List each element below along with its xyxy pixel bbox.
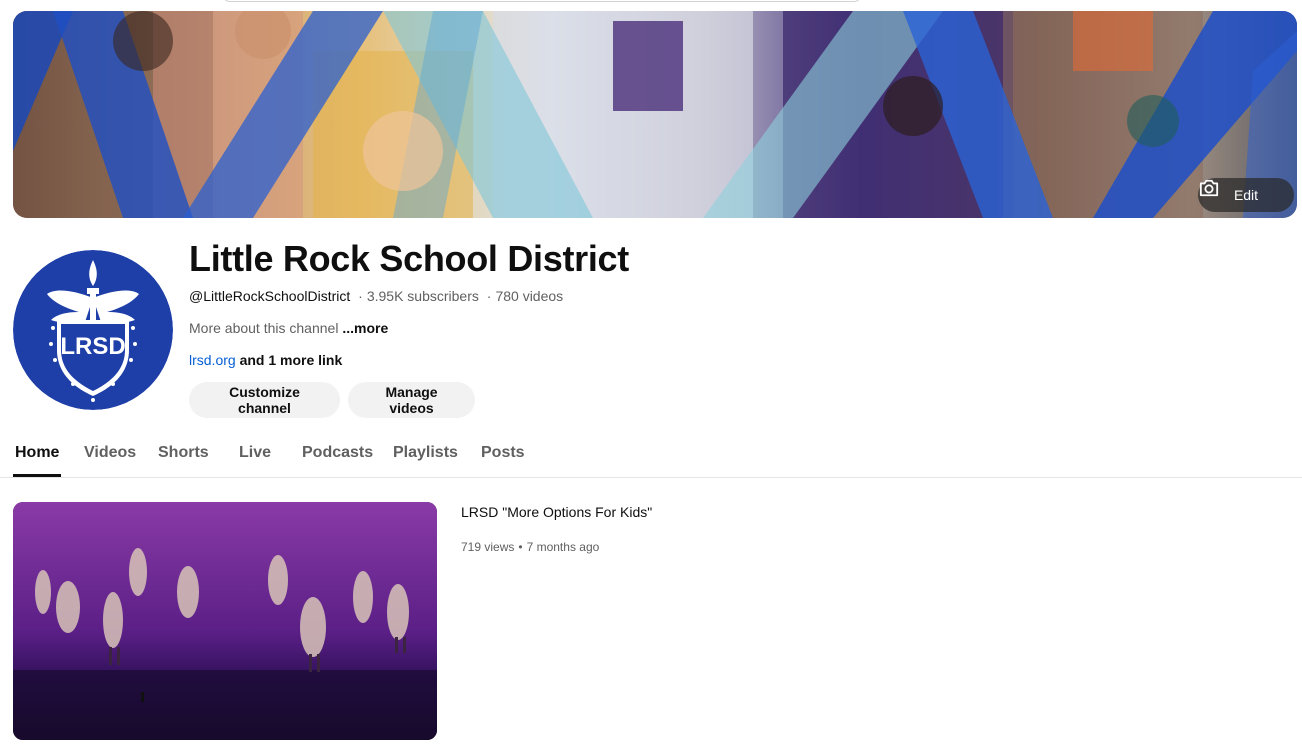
subscriber-count: 3.95K subscribers <box>366 288 479 304</box>
edit-label: Edit <box>1233 187 1259 203</box>
view-count: 719 views <box>461 540 515 554</box>
featured-video-thumbnail[interactable] <box>13 502 437 740</box>
featured-video-title[interactable]: LRSD "More Options For Kids" <box>461 503 652 521</box>
more-links-button[interactable]: and 1 more link <box>240 352 343 368</box>
channel-meta: @LittleRockSchoolDistrict · 3.95K subscri… <box>189 287 563 305</box>
about-text: More about this channel <box>189 320 339 336</box>
channel-about[interactable]: More about this channel ...more <box>189 319 388 337</box>
avatar-logo-text: LRSD <box>60 333 125 360</box>
active-tab-indicator <box>13 474 61 477</box>
camera-icon <box>1199 179 1219 197</box>
about-more-button[interactable]: ...more <box>342 320 388 336</box>
tab-home[interactable]: Home <box>15 444 59 462</box>
tab-live[interactable]: Live <box>239 444 271 462</box>
channel-title: Little Rock School District <box>189 238 629 279</box>
search-bar-edge[interactable] <box>222 0 862 2</box>
channel-links: lrsd.org and 1 more link <box>189 351 342 369</box>
tab-videos[interactable]: Videos <box>84 444 136 462</box>
video-count: 780 videos <box>495 288 564 304</box>
banner-artwork <box>13 11 1297 218</box>
separator-dot: · <box>358 288 363 304</box>
manage-videos-button[interactable]: Manage videos <box>348 382 475 418</box>
channel-avatar[interactable]: LRSD <box>13 250 173 410</box>
upload-age: 7 months ago <box>526 540 600 554</box>
tab-shorts[interactable]: Shorts <box>158 444 209 462</box>
channel-website-link[interactable]: lrsd.org <box>189 352 236 368</box>
tab-playlists[interactable]: Playlists <box>393 444 458 462</box>
lrsd-logo: LRSD <box>13 250 173 410</box>
featured-video-meta: 719 views • 7 months ago <box>461 539 599 555</box>
separator-dot: • <box>518 540 523 554</box>
separator-dot: · <box>486 288 492 304</box>
customize-channel-button[interactable]: Customize channel <box>189 382 340 418</box>
channel-tabs: Home Videos Shorts Live Podcasts Playlis… <box>0 432 1302 478</box>
dance-performance-image <box>13 502 437 740</box>
tab-posts[interactable]: Posts <box>481 444 525 462</box>
channel-handle: @LittleRockSchoolDistrict <box>189 288 351 304</box>
edit-banner-button[interactable]: Edit <box>1198 178 1294 212</box>
tab-podcasts[interactable]: Podcasts <box>302 444 373 462</box>
channel-banner: Edit <box>13 11 1297 218</box>
